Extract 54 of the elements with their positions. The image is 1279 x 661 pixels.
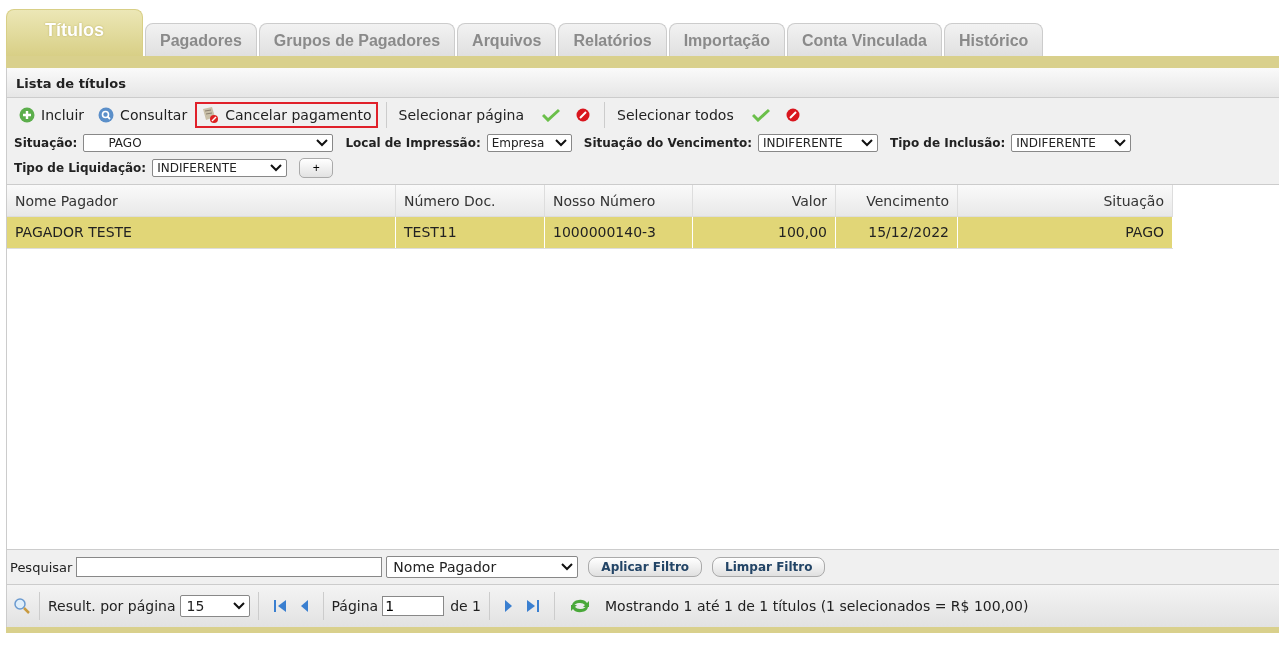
per-page-dropdown[interactable]: 15: [179, 595, 250, 617]
search-icon[interactable]: [13, 597, 31, 615]
toolbar-button[interactable]: Incluir: [13, 103, 91, 127]
document-cancel-icon: [201, 106, 220, 124]
select-label: Selecionar página: [397, 107, 526, 123]
table-cell: PAGO: [958, 217, 1173, 248]
filter-dropdown[interactable]: PAGO: [83, 134, 334, 152]
search-field[interactable]: [76, 557, 383, 577]
caret-icon: [1114, 139, 1127, 147]
filter-dropdown[interactable]: INDIFERENTE: [1011, 134, 1132, 152]
table-cell: TEST11: [396, 217, 545, 248]
caret-icon: [270, 164, 283, 172]
caret-icon: [561, 563, 574, 571]
add-filter-button[interactable]: +: [299, 158, 334, 178]
per-page-label: Result. por página: [48, 598, 176, 614]
caret-icon: [554, 139, 567, 147]
search-icon: [98, 107, 115, 123]
first-page-icon[interactable]: [272, 598, 287, 614]
cancel-icon: [785, 108, 800, 122]
check-icon: [751, 108, 770, 122]
last-page-icon[interactable]: [526, 598, 540, 614]
check-icon: [542, 108, 561, 122]
next-page-icon[interactable]: [504, 598, 514, 614]
table-cell: 100,00: [693, 217, 836, 248]
cancel-icon: [576, 108, 591, 122]
filter-button[interactable]: Limpar Filtro: [712, 557, 826, 577]
refresh-icon[interactable]: [569, 597, 591, 615]
filter-label: Situação do Vencimento:: [583, 136, 752, 150]
filter-button[interactable]: Aplicar Filtro: [588, 557, 703, 577]
toolbar-button[interactable]: Consultar: [92, 103, 194, 127]
results-status: Mostrando 1 até 1 de 1 títulos (1 selecionados = R$ 100,00): [605, 598, 1029, 614]
caret-icon: [316, 139, 329, 147]
filter-label: Local de Impressão:: [345, 136, 481, 150]
filter-dropdown[interactable]: INDIFERENTE: [758, 134, 878, 152]
page-label: Página: [331, 598, 379, 614]
caret-icon: [232, 602, 245, 610]
table-cell: 1000000140-3: [545, 217, 693, 248]
filter-dropdown[interactable]: INDIFERENTE: [152, 159, 288, 177]
add-icon: [19, 107, 35, 123]
filter-label: Situação:: [14, 136, 78, 150]
filter-label: Tipo de Liquidação:: [14, 161, 147, 175]
table-row[interactable]: PAGADOR TESTE TEST11 1000000140-3 100,00 15/12/2022 PAGO: [7, 217, 1173, 249]
search-label: Pesquisar: [10, 559, 73, 575]
filter-dropdown[interactable]: Empresa: [486, 134, 572, 152]
toolbar-button[interactable]: Cancelar pagamento: [195, 102, 378, 128]
search-column-dropdown[interactable]: Nome Pagador: [386, 556, 579, 578]
page-count: de 1: [450, 598, 481, 614]
table-cell: PAGADOR TESTE: [7, 217, 396, 248]
caret-icon: [861, 139, 873, 147]
panel-title: Lista de títulos: [7, 68, 1279, 98]
filter-label: Tipo de Inclusão:: [890, 136, 1006, 150]
page-field[interactable]: 1: [382, 596, 445, 616]
table-cell: 15/12/2022: [836, 217, 958, 248]
select-label: Selecionar todos: [616, 107, 735, 123]
